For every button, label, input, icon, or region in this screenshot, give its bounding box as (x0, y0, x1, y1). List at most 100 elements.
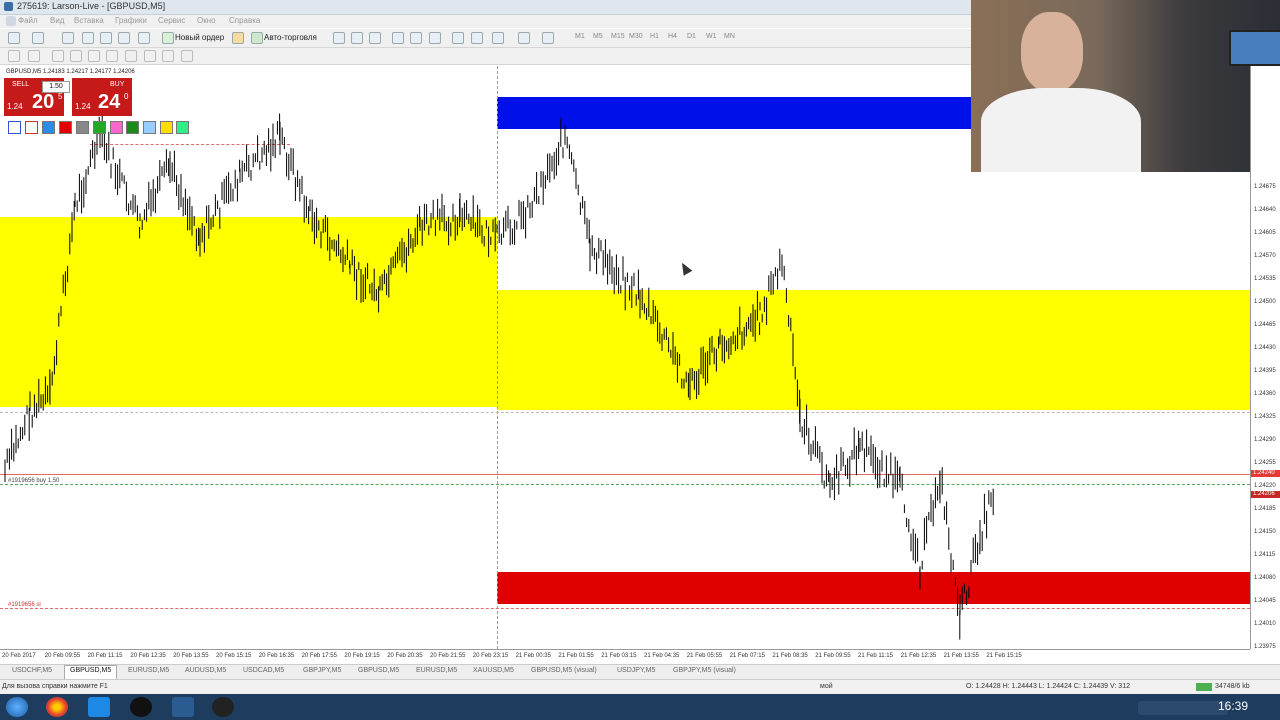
navigator-icon[interactable] (82, 32, 94, 44)
menu-insert[interactable]: Вставка (74, 16, 104, 25)
swatch-red-outline[interactable] (25, 121, 38, 134)
monitor-in-background (1229, 30, 1280, 66)
crosshair-icon[interactable] (28, 50, 40, 62)
status-profile[interactable]: мой (820, 683, 833, 690)
menu-charts[interactable]: Графики (115, 16, 147, 25)
autotrade-icon (251, 32, 263, 44)
status-ohlc: O: 1.24428 H: 1.24443 L: 1.24424 C: 1.24… (966, 683, 1130, 690)
tab-gbpusd-2[interactable]: GBPUSD,M5 (358, 667, 399, 674)
price-tick-label: 1.24430 (1254, 345, 1276, 351)
tab-gbpusd-visual[interactable]: GBPUSD,M5 (visual) (531, 667, 597, 674)
tab-eurusd[interactable]: EURUSD,M5 (128, 667, 169, 674)
status-bar: Для вызова справки нажмите F1 мой O: 1.2… (0, 679, 1280, 694)
trendline-icon[interactable] (88, 50, 100, 62)
menu-window[interactable]: Окно (197, 16, 216, 25)
market-watch-icon[interactable] (62, 32, 74, 44)
swatch-green[interactable] (126, 121, 139, 134)
zoom-in-icon[interactable] (392, 32, 404, 44)
tab-gbpusd-active[interactable]: GBPUSD,M5 (64, 665, 118, 679)
price-tag: 1.24240 (1251, 470, 1280, 477)
cursor-icon[interactable] (8, 50, 20, 62)
bar-chart-icon[interactable] (333, 32, 345, 44)
autoscroll-icon[interactable] (452, 32, 464, 44)
periods-icon[interactable] (518, 32, 530, 44)
zoom-out-icon[interactable] (410, 32, 422, 44)
arrows-icon[interactable] (181, 50, 193, 62)
tf-h1[interactable]: H1 (650, 33, 659, 40)
time-tick-label: 21 Feb 11:15 (858, 653, 893, 659)
autotrade-button[interactable]: Авто-торговля (264, 31, 317, 45)
history-icon[interactable] (138, 32, 150, 44)
templates-icon[interactable] (542, 32, 554, 44)
time-tick-label: 20 Feb 12:35 (130, 653, 166, 659)
swatch-red[interactable] (59, 121, 72, 134)
tf-m5[interactable]: M5 (593, 33, 603, 40)
tf-h4[interactable]: H4 (668, 33, 677, 40)
time-tick-label: 20 Feb 13:55 (173, 653, 209, 659)
color-palette (6, 120, 190, 134)
fibo-icon[interactable] (125, 50, 137, 62)
line-chart-icon[interactable] (369, 32, 381, 44)
time-tick-label: 20 Feb 17:55 (301, 653, 337, 659)
swatch-blue-outline[interactable] (8, 121, 21, 134)
price-tick-label: 1.24080 (1254, 575, 1276, 581)
candles-icon[interactable] (351, 32, 363, 44)
start-icon[interactable] (6, 697, 28, 717)
app-circle-icon[interactable] (130, 697, 152, 717)
tf-m1[interactable]: M1 (575, 33, 585, 40)
chrome-icon[interactable] (46, 697, 68, 717)
tab-gbpjpy-visual[interactable]: GBPJPY,M5 (visual) (673, 667, 736, 674)
menu-help[interactable]: Справка (229, 16, 260, 25)
order-buy-label: #1919656 buy 1.50 (8, 478, 60, 484)
vertical-line-icon[interactable] (52, 50, 64, 62)
tf-w1[interactable]: W1 (706, 33, 717, 40)
chart-symbol-header: GBPUSD,M5 1.24183 1.24217 1.24177 1.2420… (6, 69, 135, 75)
tf-mn[interactable]: MN (724, 33, 735, 40)
channel-icon[interactable] (106, 50, 118, 62)
tab-gbpjpy[interactable]: GBPJPY,M5 (303, 667, 341, 674)
tester-icon[interactable] (118, 32, 130, 44)
tab-xauusd[interactable]: XAUUSD,M5 (473, 667, 514, 674)
menu-file[interactable]: Файл (18, 16, 38, 25)
price-tick-label: 1.24640 (1254, 207, 1276, 213)
swatch-blue[interactable] (42, 121, 55, 134)
order-sl-label: #1919656 sl (8, 602, 41, 608)
new-chart-icon[interactable] (8, 32, 20, 44)
tab-usdjpy[interactable]: USDJPY,M5 (617, 667, 655, 674)
tf-m15[interactable]: M15 (611, 33, 625, 40)
new-order-button[interactable]: Новый ордер (175, 31, 224, 45)
swatch-mint[interactable] (176, 121, 189, 134)
swatch-light-blue[interactable] (143, 121, 156, 134)
swatch-yellow[interactable] (160, 121, 173, 134)
menu-view[interactable]: Вид (50, 16, 64, 25)
time-tick-label: 20 Feb 2017 (2, 653, 36, 659)
metaeditor-icon[interactable] (232, 32, 244, 44)
time-tick-label: 21 Feb 01:55 (558, 653, 594, 659)
tab-usdchf[interactable]: USDCHF,M5 (12, 667, 52, 674)
tab-eurusd-2[interactable]: EURUSD,M5 (416, 667, 457, 674)
tf-m30[interactable]: M30 (629, 33, 643, 40)
tf-d1[interactable]: D1 (687, 33, 696, 40)
horizontal-line-icon[interactable] (70, 50, 82, 62)
text-icon[interactable] (144, 50, 156, 62)
indicators-icon[interactable] (492, 32, 504, 44)
profiles-icon[interactable] (32, 32, 44, 44)
buy-button[interactable]: BUY 1.24 24 0 (72, 78, 132, 116)
tile-windows-icon[interactable] (429, 32, 441, 44)
tab-audusd[interactable]: AUDUSD,M5 (185, 667, 226, 674)
price-tick-label: 1.24500 (1254, 299, 1276, 305)
sell-label: SELL (12, 81, 30, 88)
lot-size-input[interactable]: 1.50 (42, 81, 70, 93)
metatrader-icon[interactable] (172, 697, 194, 717)
swatch-green-line[interactable] (93, 121, 106, 134)
obs-icon[interactable] (212, 697, 234, 717)
chart-shift-icon[interactable] (471, 32, 483, 44)
terminal-icon[interactable] (100, 32, 112, 44)
skype-icon[interactable] (88, 697, 110, 717)
menu-tools[interactable]: Сервис (158, 16, 185, 25)
swatch-pink[interactable] (110, 121, 123, 134)
tab-usdcad[interactable]: USDCAD,M5 (243, 667, 284, 674)
swatch-gray[interactable] (76, 121, 89, 134)
tray-icons[interactable] (1138, 701, 1228, 715)
label-icon[interactable] (162, 50, 174, 62)
